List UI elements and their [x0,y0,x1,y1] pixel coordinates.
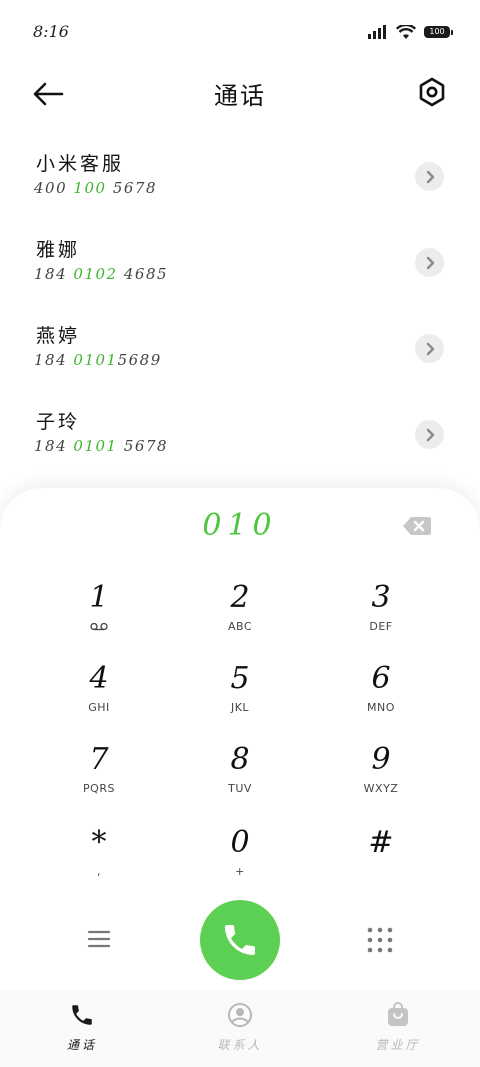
status-icons: 100 [368,22,453,42]
key-3[interactable]: 3 DEF [321,576,441,646]
signal-icon [368,25,386,39]
voicemail-icon [90,622,108,631]
key-8[interactable]: 8 TUV [180,738,300,808]
dial-actions [0,898,480,982]
menu-button[interactable] [86,928,112,950]
status-bar: 8:16 100 [0,0,480,60]
nav-label-contacts: 联系人 [217,1038,263,1052]
chevron-right-icon [426,256,434,269]
contact-name: 雅娜 [36,239,81,261]
key-6[interactable]: 6 MNO [321,657,441,727]
key-5[interactable]: 5 JKL [180,657,300,727]
nav-item-service-hall[interactable]: 营业厅 [338,1002,458,1053]
contact-icon [228,1003,252,1027]
phone-icon [225,925,255,955]
contact-number: 184 01015689 [34,351,162,369]
shopping-bag-icon [388,1002,408,1026]
nav-item-contacts[interactable]: 联系人 [180,1002,300,1053]
key-1[interactable]: 1 [39,576,159,646]
battery-icon: 100 [424,26,453,38]
contact-name: 子玲 [36,411,81,433]
top-bar: 通话 [0,64,480,124]
key-2[interactable]: 2 ABC [180,576,300,646]
contact-item[interactable]: 雅娜 184 0102 4685 [0,219,480,305]
bottom-nav: 通话 联系人 营业厅 [0,990,480,1067]
phone-icon [72,1005,92,1025]
dialpad-icon [367,927,393,953]
chevron-right-icon [426,428,434,441]
contact-item[interactable]: 小米客服 400 100 5678 [0,133,480,219]
chevron-right-icon [426,342,434,355]
keypad-toggle-button[interactable] [366,926,394,954]
backspace-button[interactable] [402,516,432,536]
status-time: 8:16 [33,22,69,41]
backspace-icon [403,517,431,535]
settings-icon [419,77,445,107]
number-match: 100 [73,179,107,197]
contact-detail-button[interactable] [415,334,444,363]
contact-number: 184 0101 5678 [34,437,169,455]
contact-item[interactable]: 子玲 184 0101 5678 [0,391,480,477]
wifi-icon [396,24,416,39]
number-match: 0102 [73,265,118,283]
key-star[interactable]: * , [39,821,159,891]
nav-label-calls: 通话 [66,1038,97,1052]
contact-item[interactable]: 燕婷 184 01015689 [0,305,480,391]
key-7[interactable]: 7 PQRS [39,738,159,808]
number-match: 0101 [73,437,118,455]
settings-button[interactable] [416,76,448,108]
contact-detail-button[interactable] [415,162,444,191]
number-match: 0101 [73,351,118,369]
key-4[interactable]: 4 GHI [39,657,159,727]
contact-list: 小米客服 400 100 5678 雅娜 184 0102 4685 燕婷 18… [0,133,480,477]
menu-icon [87,930,111,948]
contact-detail-button[interactable] [415,420,444,449]
key-0[interactable]: 0 + [180,821,300,891]
nav-item-calls[interactable]: 通话 [22,1002,142,1053]
contact-number: 400 100 5678 [34,179,157,197]
call-button[interactable] [200,900,280,980]
key-hash[interactable]: # [321,821,441,891]
contact-detail-button[interactable] [415,248,444,277]
key-9[interactable]: 9 WXYZ [321,738,441,808]
chevron-right-icon [426,170,434,183]
nav-label-service-hall: 营业厅 [375,1038,421,1052]
page-title: 通话 [214,82,266,110]
contact-number: 184 0102 4685 [34,265,169,283]
contact-name: 燕婷 [36,325,81,347]
contact-name: 小米客服 [36,153,125,175]
dialer-panel: 010 1 2 ABC 3 DEF 4 GHI 5 JKL 6 MNO 7 PQ… [0,488,480,1067]
